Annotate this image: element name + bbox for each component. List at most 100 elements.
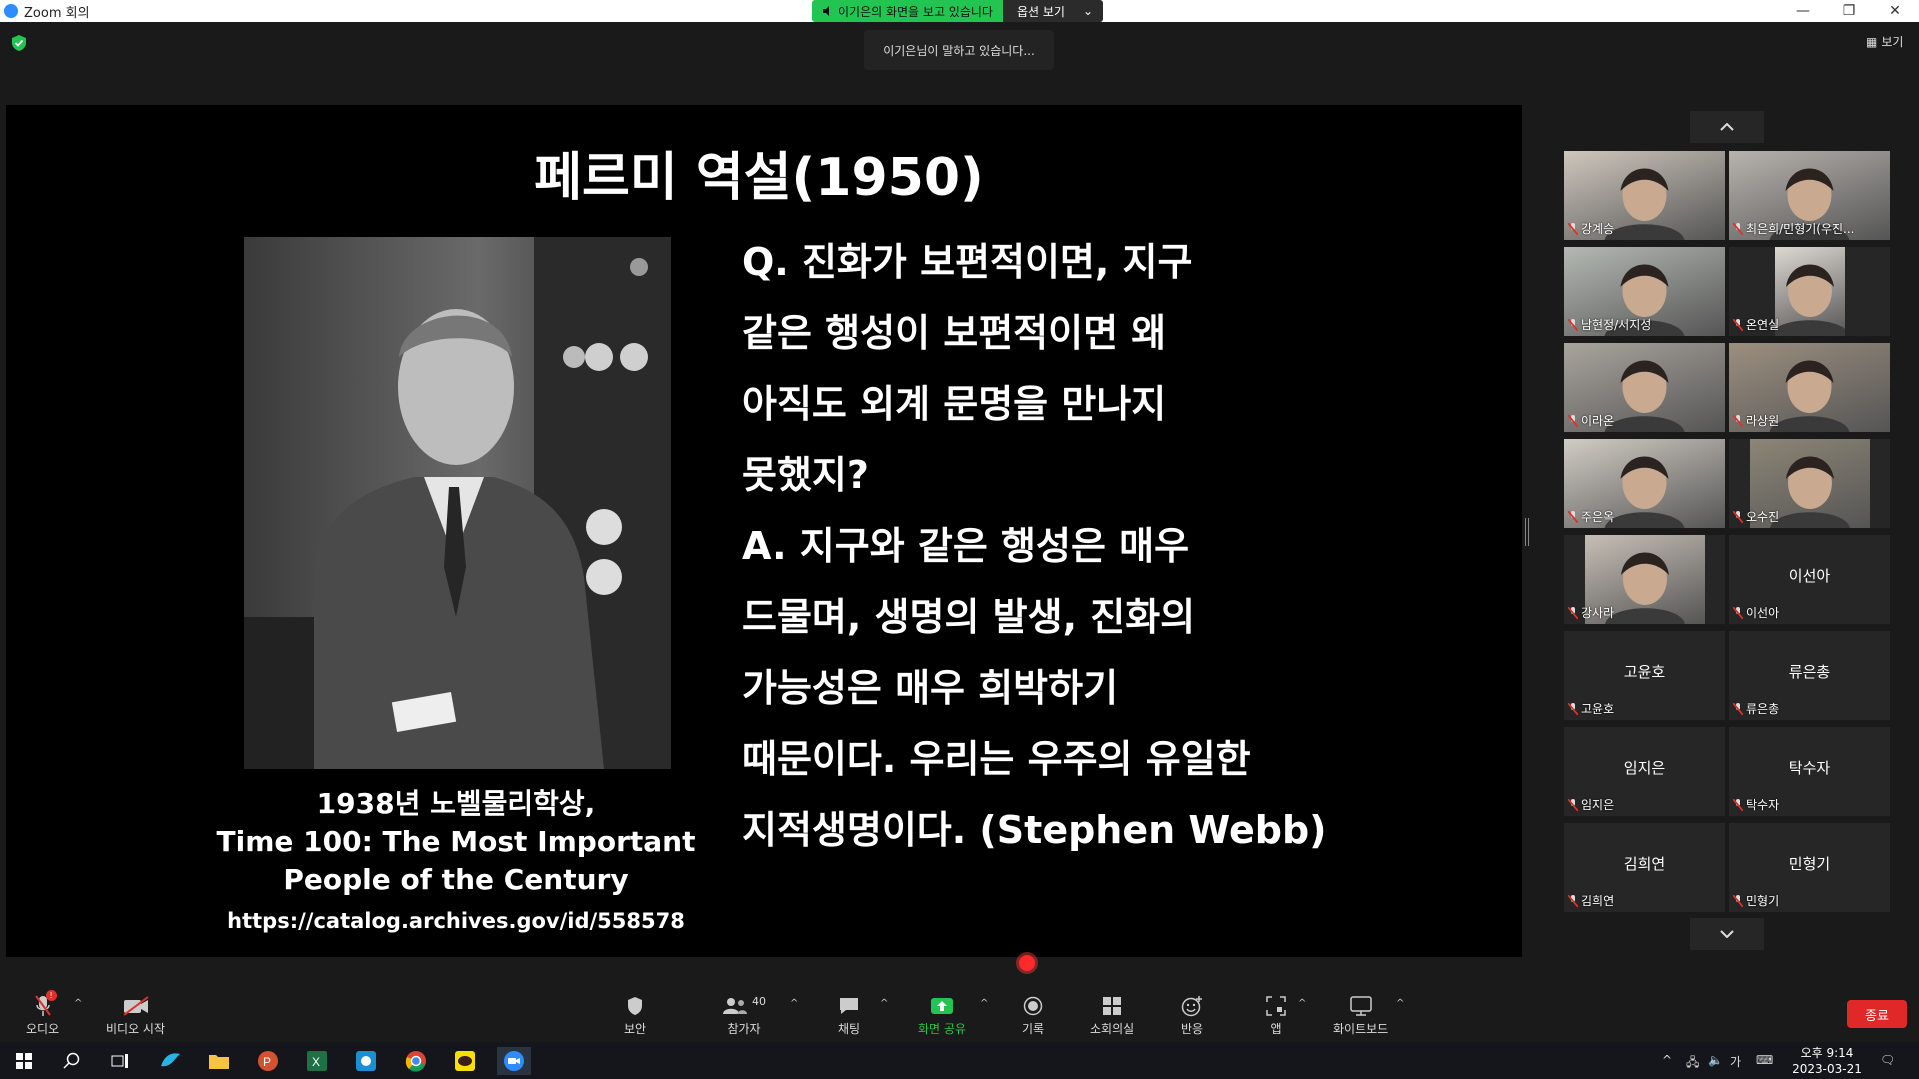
audio-options-caret[interactable]: ^ xyxy=(74,998,82,1009)
participant-name: 강계승 xyxy=(1581,222,1615,236)
security-button[interactable]: 보안 xyxy=(624,994,646,1037)
mic-muted-icon xyxy=(1733,510,1743,523)
participants-options-caret[interactable]: ^ xyxy=(790,998,798,1009)
participant-name: 김희연 xyxy=(1581,894,1615,908)
mic-muted-icon xyxy=(1568,318,1578,331)
record-button[interactable]: 기록 xyxy=(1022,994,1044,1037)
minimize-button[interactable]: — xyxy=(1780,0,1826,22)
annotation-pointer xyxy=(1019,955,1035,971)
fermi-photo xyxy=(244,237,671,769)
share-label: 화면 공유 xyxy=(918,1022,966,1036)
breakout-rooms-button[interactable]: 소회의실 xyxy=(1090,994,1134,1037)
participant-tile[interactable]: 이라온 xyxy=(1564,343,1725,432)
bird-app-icon[interactable] xyxy=(156,1047,184,1075)
end-meeting-button[interactable]: 종료 xyxy=(1847,1000,1907,1028)
app-icon[interactable] xyxy=(352,1047,380,1075)
mic-muted-icon xyxy=(1568,894,1578,907)
participant-name-label: 남현정/서지성 xyxy=(1568,316,1651,333)
notification-icon[interactable]: 🗨 xyxy=(1880,1053,1895,1067)
participant-tile[interactable]: 임지은 임지은 xyxy=(1564,727,1725,816)
window-title: Zoom 회의 xyxy=(24,5,90,21)
participant-tile[interactable]: 최은희/민형기(우진... xyxy=(1729,151,1890,240)
participant-name: 류은총 xyxy=(1746,702,1780,716)
participant-name-label: 오수진 xyxy=(1733,508,1779,525)
excel-icon[interactable]: X xyxy=(303,1047,331,1075)
share-options-caret[interactable]: ^ xyxy=(980,998,988,1009)
participant-tile[interactable]: 라상원 xyxy=(1729,343,1890,432)
audio-button[interactable]: ! 오디오 xyxy=(26,990,60,1037)
participant-display-name: 탁수자 xyxy=(1788,759,1831,777)
participant-display-name: 민형기 xyxy=(1788,855,1831,873)
participant-tile[interactable]: 주은옥 xyxy=(1564,439,1725,528)
view-layout-button[interactable]: ▦ 보기 xyxy=(1866,33,1903,50)
apps-options-caret[interactable]: ^ xyxy=(1298,998,1306,1009)
participant-display-name: 고윤호 xyxy=(1623,663,1666,681)
participant-tile[interactable]: 오수진 xyxy=(1729,439,1890,528)
view-options-button[interactable]: 옵션 보기 ⌄ xyxy=(1002,0,1104,22)
participant-tile[interactable]: 김희연 김희연 xyxy=(1564,823,1725,912)
chat-options-caret[interactable]: ^ xyxy=(880,998,888,1009)
grid-icon: ▦ xyxy=(1866,34,1878,49)
zoom-window: Zoom 회의 이기은의 화면을 보고 있습니다 옵션 보기 ⌄ — ❐ ✕ 이… xyxy=(0,0,1919,1079)
tray-overflow-icon[interactable]: ^ xyxy=(1662,1053,1672,1067)
windows-start-icon[interactable] xyxy=(10,1047,38,1075)
participant-name-label: 이선아 xyxy=(1733,604,1779,621)
participants-button[interactable]: 40 참가자 xyxy=(722,994,766,1037)
chrome-icon[interactable] xyxy=(402,1047,430,1075)
start-video-button[interactable]: 비디오 시작 xyxy=(106,994,165,1037)
participant-name-label: 강사라 xyxy=(1568,604,1614,621)
file-explorer-icon[interactable] xyxy=(205,1047,233,1075)
zoom-taskbar-icon[interactable] xyxy=(497,1047,531,1075)
svg-text:P: P xyxy=(263,1055,271,1069)
apps-label: 앱 xyxy=(1270,1022,1282,1036)
participant-tile[interactable]: 민형기 민형기 xyxy=(1729,823,1890,912)
mic-muted-icon xyxy=(1733,798,1743,811)
mic-muted-icon xyxy=(1568,222,1578,235)
participant-tile[interactable]: 남현정/서지성 xyxy=(1564,247,1725,336)
powerpoint-icon[interactable]: P xyxy=(254,1047,282,1075)
view-button-label: 보기 xyxy=(1881,35,1904,49)
search-icon[interactable] xyxy=(58,1047,86,1075)
restore-button[interactable]: ❐ xyxy=(1826,0,1872,22)
participant-tile[interactable]: 류은총 류은총 xyxy=(1729,631,1890,720)
close-button[interactable]: ✕ xyxy=(1872,0,1918,22)
volume-icon[interactable]: 🔈 xyxy=(1708,1053,1723,1067)
caption-line-1: 1938년 노벨물리학상, xyxy=(316,787,596,820)
keyboard-icon[interactable]: ⌨ xyxy=(1756,1053,1773,1067)
participant-tile[interactable]: 강사라 xyxy=(1564,535,1725,624)
participant-display-name: 류은총 xyxy=(1788,663,1831,681)
share-screen-button[interactable]: 화면 공유 xyxy=(918,994,966,1037)
network-icon[interactable]: 🖧 xyxy=(1686,1053,1699,1074)
mic-muted-icon xyxy=(1733,702,1743,715)
participant-name: 라상원 xyxy=(1746,414,1780,428)
gallery-next-button[interactable] xyxy=(1690,918,1764,950)
ime-indicator[interactable]: 가 xyxy=(1730,1053,1741,1070)
view-options-label: 옵션 보기 xyxy=(1016,4,1065,19)
reactions-label: 반응 xyxy=(1181,1022,1204,1036)
participant-tile[interactable]: 온연실 xyxy=(1729,247,1890,336)
gallery-prev-button[interactable] xyxy=(1690,111,1764,143)
whiteboard-button[interactable]: 화이트보드 xyxy=(1333,994,1388,1037)
participant-tile[interactable]: 이선아 이선아 xyxy=(1729,535,1890,624)
audio-alert-badge: ! xyxy=(45,990,57,1001)
mic-muted-icon xyxy=(1568,606,1578,619)
mic-muted-icon xyxy=(1568,798,1578,811)
participant-face xyxy=(1769,264,1850,336)
whiteboard-options-caret[interactable]: ^ xyxy=(1396,998,1404,1009)
participant-tile[interactable]: 고윤호 고윤호 xyxy=(1564,631,1725,720)
whiteboard-label: 화이트보드 xyxy=(1333,1022,1389,1036)
participant-tile[interactable]: 탁수자 탁수자 xyxy=(1729,727,1890,816)
reactions-button[interactable]: 반응 xyxy=(1181,994,1203,1037)
participant-name-label: 라상원 xyxy=(1733,412,1779,429)
apps-button[interactable]: 앱 xyxy=(1266,994,1286,1037)
audio-label: 오디오 xyxy=(26,1022,60,1036)
kakaotalk-icon[interactable] xyxy=(451,1047,479,1075)
participant-name-label: 김희연 xyxy=(1568,892,1614,909)
task-view-icon[interactable] xyxy=(106,1047,134,1075)
panel-resize-handle[interactable] xyxy=(1525,518,1529,546)
participant-tile[interactable]: 강계승 xyxy=(1564,151,1725,240)
chat-button[interactable]: 채팅 xyxy=(838,994,860,1037)
participant-display-name: 임지은 xyxy=(1623,759,1666,777)
taskbar-clock[interactable]: 오후 9:14 2023-03-21 xyxy=(1784,1045,1870,1077)
encryption-shield-icon[interactable] xyxy=(12,35,26,51)
